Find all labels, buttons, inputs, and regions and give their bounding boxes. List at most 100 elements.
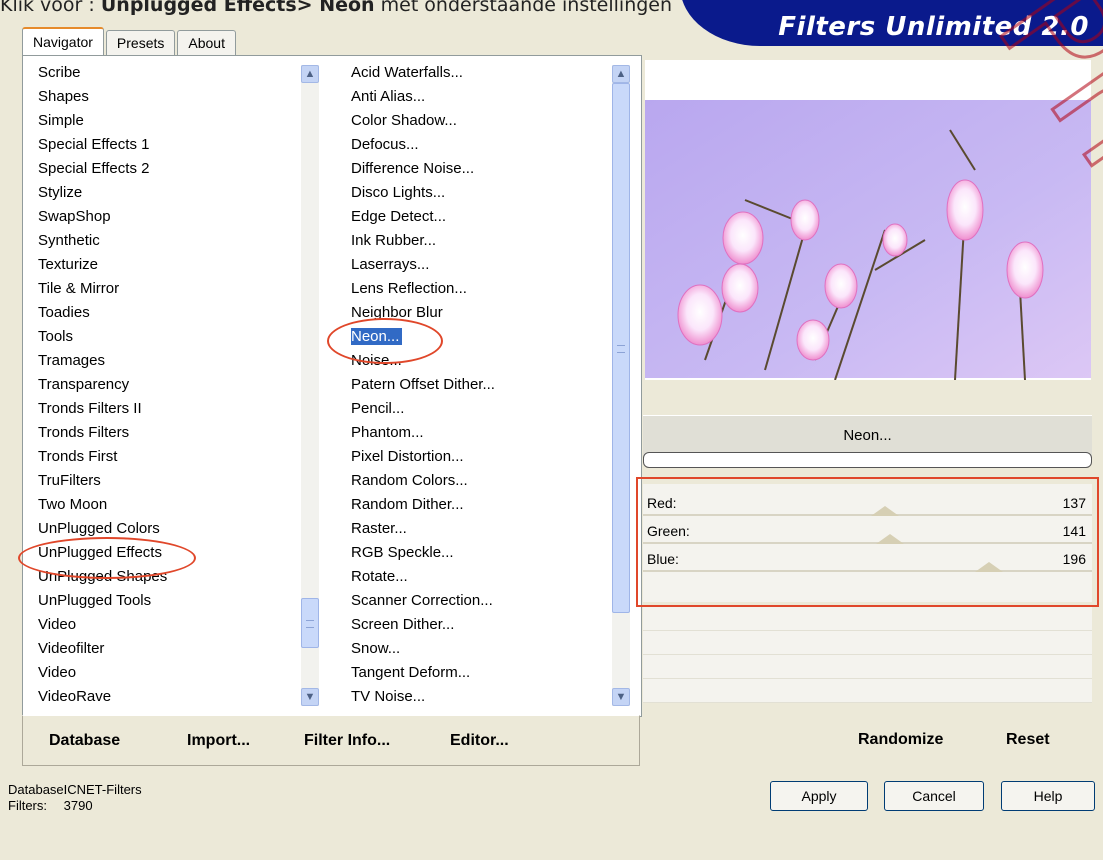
category-item[interactable]: Simple: [38, 109, 308, 133]
category-item[interactable]: Scribe: [38, 61, 308, 85]
scroll-down-icon[interactable]: ▼: [301, 688, 319, 706]
category-item[interactable]: Video: [38, 613, 308, 637]
category-item[interactable]: Two Moon: [38, 493, 308, 517]
category-item[interactable]: Stylize: [38, 181, 308, 205]
filter-item[interactable]: Scanner Correction...: [351, 589, 621, 613]
scroll-thumb[interactable]: [301, 598, 319, 648]
app-title: Filters Unlimited 2.0: [778, 12, 1089, 42]
scroll-up-icon[interactable]: ▲: [301, 65, 319, 83]
filter-item-label: Defocus...: [351, 136, 419, 153]
reset-button[interactable]: Reset: [1006, 731, 1050, 749]
category-item[interactable]: Toadies: [38, 301, 308, 325]
filter-item-label: Pencil...: [351, 400, 405, 417]
filter-item-label: Color Shadow...: [351, 112, 457, 129]
category-item[interactable]: TruFilters: [38, 469, 308, 493]
filter-item-label: Laserrays...: [351, 256, 430, 273]
filter-item[interactable]: Pencil...: [351, 397, 621, 421]
import-button[interactable]: Import...: [187, 732, 250, 750]
filter-item[interactable]: Raster...: [351, 517, 621, 541]
category-item[interactable]: Texturize: [38, 253, 308, 277]
filter-item[interactable]: Lens Reflection...: [351, 277, 621, 301]
filter-item[interactable]: Rotate...: [351, 565, 621, 589]
instruction-text: Klik voor : Unplugged Effects> Neon met …: [0, 0, 673, 16]
progress-bar: [643, 452, 1092, 468]
filter-item[interactable]: Patern Offset Dither...: [351, 373, 621, 397]
filter-item-label: Phantom...: [351, 424, 424, 441]
filter-item-label: Edge Detect...: [351, 208, 447, 225]
category-item[interactable]: UnPlugged Tools: [38, 589, 308, 613]
tab-about[interactable]: About: [177, 30, 236, 57]
scroll-down-icon[interactable]: ▼: [612, 688, 630, 706]
filter-item[interactable]: Random Colors...: [351, 469, 621, 493]
category-list[interactable]: Scribe Shapes Simple Special Effects 1 Speci…: [38, 61, 308, 709]
category-item[interactable]: Tile & Mirror: [38, 277, 308, 301]
navigator-panel: Scribe Shapes Simple Special Effects 1 Speci…: [22, 55, 642, 717]
filter-item-label: Snow...: [351, 640, 401, 657]
category-item[interactable]: Tools: [38, 325, 308, 349]
filter-item[interactable]: Phantom...: [351, 421, 621, 445]
filter-item-label: Tangent Deform...: [351, 664, 471, 681]
filter-item-label: Random Colors...: [351, 472, 468, 489]
category-item[interactable]: Transparency: [38, 373, 308, 397]
filter-item[interactable]: RGB Speckle...: [351, 541, 621, 565]
filter-item[interactable]: Snow...: [351, 637, 621, 661]
category-item[interactable]: Shapes: [38, 85, 308, 109]
filter-item-label: Anti Alias...: [351, 88, 426, 105]
filter-item-label: Scanner Correction...: [351, 592, 493, 609]
category-item[interactable]: Tramages: [38, 349, 308, 373]
filter-item-label: Acid Waterfalls...: [351, 64, 463, 81]
filter-item[interactable]: Random Dither...: [351, 493, 621, 517]
category-item[interactable]: Videofilter: [38, 637, 308, 661]
filter-item[interactable]: Acid Waterfalls...: [351, 61, 621, 85]
filter-item-label: Screen Dither...: [351, 616, 455, 633]
apply-button[interactable]: Apply: [770, 781, 868, 811]
filter-item-label: Pixel Distortion...: [351, 448, 464, 465]
category-item[interactable]: Special Effects 2: [38, 157, 308, 181]
category-item[interactable]: Tronds Filters: [38, 421, 308, 445]
filter-item-label: Random Dither...: [351, 496, 464, 513]
filter-item[interactable]: Pixel Distortion...: [351, 445, 621, 469]
filter-item-label: RGB Speckle...: [351, 544, 454, 561]
tab-presets[interactable]: Presets: [105, 30, 176, 57]
database-button[interactable]: Database: [49, 732, 120, 750]
highlight-box: [636, 477, 1099, 607]
filter-item[interactable]: Anti Alias...: [351, 85, 621, 109]
filter-item-label: Ink Rubber...: [351, 232, 437, 249]
category-item[interactable]: Synthetic: [38, 229, 308, 253]
filter-item[interactable]: Difference Noise...: [351, 157, 621, 181]
filter-item[interactable]: Ink Rubber...: [351, 229, 621, 253]
preview-image: [645, 60, 1091, 380]
filter-item[interactable]: TV Noise...: [351, 685, 621, 709]
filter-item[interactable]: Screen Dither...: [351, 613, 621, 637]
category-item[interactable]: Tronds Filters II: [38, 397, 308, 421]
scroll-thumb[interactable]: [612, 83, 630, 613]
category-scrollbar[interactable]: ▲ ▼: [301, 65, 319, 706]
filter-item[interactable]: Defocus...: [351, 133, 621, 157]
filter-info-button[interactable]: Filter Info...: [304, 732, 390, 750]
category-item[interactable]: Special Effects 1: [38, 133, 308, 157]
category-item[interactable]: Tronds First: [38, 445, 308, 469]
category-item[interactable]: VideoRave: [38, 685, 308, 709]
parameter-row-empty: [643, 607, 1092, 631]
highlight-oval: [327, 318, 443, 364]
highlight-oval: [18, 537, 196, 579]
filters-label: Filters:: [8, 798, 47, 813]
category-item[interactable]: SwapShop: [38, 205, 308, 229]
editor-button[interactable]: Editor...: [450, 732, 509, 750]
filter-item[interactable]: Tangent Deform...: [351, 661, 621, 685]
filter-list[interactable]: Acid Waterfalls... Anti Alias... Color Sha…: [351, 61, 621, 709]
filter-item[interactable]: Color Shadow...: [351, 109, 621, 133]
database-label: Database:: [8, 782, 68, 797]
filter-item[interactable]: Laserrays...: [351, 253, 621, 277]
parameter-row-empty: [643, 631, 1092, 655]
category-item[interactable]: Video: [38, 661, 308, 685]
filter-item[interactable]: Edge Detect...: [351, 205, 621, 229]
filter-item[interactable]: Disco Lights...: [351, 181, 621, 205]
scroll-up-icon[interactable]: ▲: [612, 65, 630, 83]
cancel-button[interactable]: Cancel: [884, 781, 984, 811]
status-area: Database: ICNET-Filters Filters: 3790: [8, 782, 142, 814]
filter-scrollbar[interactable]: ▲ ▼: [612, 65, 630, 706]
filter-item-label: TV Noise...: [351, 688, 426, 705]
help-button[interactable]: Help: [1001, 781, 1095, 811]
randomize-button[interactable]: Randomize: [858, 731, 943, 749]
